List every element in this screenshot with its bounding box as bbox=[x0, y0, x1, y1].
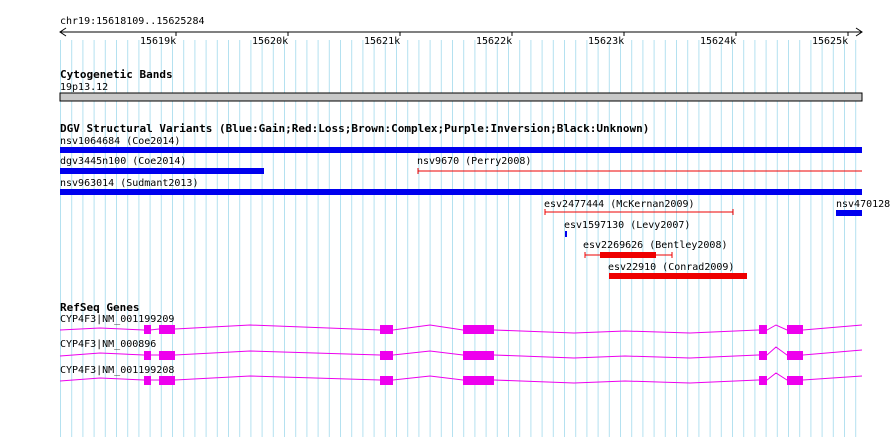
exon-block[interactable] bbox=[787, 376, 803, 385]
exon-block[interactable] bbox=[787, 325, 803, 334]
exon-block[interactable] bbox=[463, 351, 494, 360]
dgv-feature-label: esv22910 (Conrad2009) bbox=[608, 262, 734, 273]
transcript-label: CYP4F3|NM_001199208 bbox=[60, 365, 174, 376]
dgv-feature-esv1597130[interactable]: esv1597130 (Levy2007) bbox=[564, 220, 690, 237]
ruler-tick-label: 15620k bbox=[252, 36, 288, 47]
refseq-track[interactable]: RefSeq Genes CYP4F3|NM_001199209 CYP4F3|… bbox=[59, 301, 863, 385]
dgv-feature-label: esv2269626 (Bentley2008) bbox=[583, 240, 728, 251]
exon-block[interactable] bbox=[144, 376, 151, 385]
exon-block[interactable] bbox=[159, 376, 175, 385]
exon-block[interactable] bbox=[787, 351, 803, 360]
exon-block[interactable] bbox=[380, 325, 393, 334]
dgv-gain-bar[interactable] bbox=[60, 168, 264, 174]
dgv-feature-nsv1064684[interactable]: nsv1064684 (Coe2014) bbox=[60, 136, 862, 153]
exon-block[interactable] bbox=[159, 325, 175, 334]
dgv-gain-bar[interactable] bbox=[565, 231, 567, 237]
transcript-nm-001199209[interactable]: CYP4F3|NM_001199209 bbox=[59, 314, 863, 334]
ruler-ticks: 15619k 15620k 15621k 15622k 15623k 15624k 1562… bbox=[140, 32, 849, 47]
refseq-track-title: RefSeq Genes bbox=[60, 301, 139, 314]
ruler-tick-label: 15625k bbox=[812, 36, 848, 47]
intron-line bbox=[59, 324, 863, 334]
ruler-tick-label: 15619k bbox=[140, 36, 176, 47]
exon-block[interactable] bbox=[144, 351, 151, 360]
exon-block[interactable] bbox=[759, 325, 767, 334]
dgv-gain-bar[interactable] bbox=[836, 210, 862, 216]
exon-block[interactable] bbox=[380, 351, 393, 360]
transcript-nm-000896[interactable]: CYP4F3|NM_000896 bbox=[59, 339, 863, 360]
transcript-label: CYP4F3|NM_000896 bbox=[60, 339, 156, 350]
dgv-gain-bar[interactable] bbox=[60, 189, 862, 195]
dgv-feature-esv22910[interactable]: esv22910 (Conrad2009) bbox=[608, 262, 747, 279]
cytoband-track[interactable]: Cytogenetic Bands 19p13.12 bbox=[59, 68, 863, 102]
ruler-tick-label: 15624k bbox=[700, 36, 736, 47]
dgv-feature-dgv3445n100[interactable]: dgv3445n100 (Coe2014) bbox=[60, 156, 264, 174]
exon-block[interactable] bbox=[463, 325, 494, 334]
dgv-loss-bar[interactable] bbox=[609, 273, 747, 279]
transcript-label: CYP4F3|NM_001199209 bbox=[60, 314, 174, 325]
dgv-feature-label: nsv470128 bbox=[836, 199, 890, 210]
exon-block[interactable] bbox=[380, 376, 393, 385]
dgv-feature-nsv9670[interactable]: nsv9670 (Perry2008) bbox=[417, 156, 862, 174]
dgv-feature-label: esv2477444 (McKernan2009) bbox=[544, 199, 695, 210]
dgv-feature-label: dgv3445n100 (Coe2014) bbox=[60, 156, 186, 167]
transcript-nm-001199208[interactable]: CYP4F3|NM_001199208 bbox=[59, 365, 863, 385]
genome-browser-panel[interactable]: chr19:15618109..15625284 15619k 15620k 156… bbox=[0, 0, 890, 437]
cytoband-track-title: Cytogenetic Bands bbox=[60, 68, 173, 81]
dgv-feature-nsv963014[interactable]: nsv963014 (Sudmant2013) bbox=[60, 178, 862, 195]
dgv-gain-bar[interactable] bbox=[60, 147, 862, 153]
cytoband-band-label: 19p13.12 bbox=[60, 82, 108, 93]
dgv-feature-nsv470128[interactable]: nsv470128 bbox=[836, 199, 890, 216]
dgv-track-title: DGV Structural Variants (Blue:Gain;Red:L… bbox=[60, 122, 649, 135]
dgv-feature-label: esv1597130 (Levy2007) bbox=[564, 220, 690, 231]
region-label: chr19:15618109..15625284 bbox=[60, 16, 205, 27]
dgv-feature-label: nsv963014 (Sudmant2013) bbox=[60, 178, 198, 189]
ruler-tick-label: 15621k bbox=[364, 36, 400, 47]
exon-block[interactable] bbox=[759, 351, 767, 360]
exon-block[interactable] bbox=[144, 325, 151, 334]
intron-line bbox=[59, 346, 863, 359]
dgv-feature-label: nsv9670 (Perry2008) bbox=[417, 156, 531, 167]
ruler-tick-label: 15622k bbox=[476, 36, 512, 47]
dgv-feature-esv2269626[interactable]: esv2269626 (Bentley2008) bbox=[583, 240, 728, 258]
ruler-tick-label: 15623k bbox=[588, 36, 624, 47]
exon-block[interactable] bbox=[159, 351, 175, 360]
dgv-feature-esv2477444[interactable]: esv2477444 (McKernan2009) bbox=[544, 199, 734, 215]
ruler: chr19:15618109..15625284 15619k 15620k 156… bbox=[59, 16, 863, 47]
dgv-loss-bar[interactable] bbox=[600, 252, 656, 258]
intron-line bbox=[59, 372, 863, 384]
exon-block[interactable] bbox=[759, 376, 767, 385]
cytoband-band-bar[interactable] bbox=[59, 92, 863, 102]
dgv-feature-label: nsv1064684 (Coe2014) bbox=[60, 136, 180, 147]
exon-block[interactable] bbox=[463, 376, 494, 385]
